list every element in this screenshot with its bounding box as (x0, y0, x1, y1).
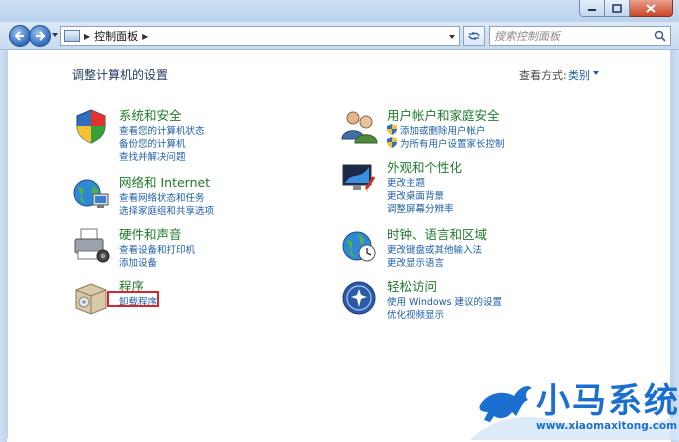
add-device-link[interactable]: 添加设备 (119, 255, 195, 269)
clock-language-title[interactable]: 时钟、语言和区域 (387, 224, 487, 243)
breadcrumb-arrow-icon[interactable]: ▶ (142, 32, 148, 41)
maximize-button[interactable] (605, 0, 630, 17)
appearance-title[interactable]: 外观和个性化 (387, 157, 462, 176)
page-title: 调整计算机的设置 (72, 68, 169, 82)
forward-button[interactable] (29, 25, 51, 47)
address-dropdown-icon[interactable] (449, 35, 455, 39)
view-by-label: 查看方式: (519, 69, 567, 82)
title-bar (0, 0, 679, 22)
refresh-button[interactable] (463, 26, 485, 46)
hardware-sound-title[interactable]: 硬件和声音 (119, 224, 182, 243)
close-button[interactable] (630, 0, 673, 17)
add-remove-accounts-label[interactable]: 添加或删除用户帐户 (400, 123, 486, 137)
ease-of-access-icon[interactable] (340, 278, 378, 316)
system-security-links: 查看您的计算机状态 备份您的计算机 查找并解决问题 (119, 123, 205, 163)
change-input-method-link[interactable]: 更改键盘或其他输入法 (387, 242, 482, 256)
network-internet-links: 查看网络状态和任务 选择家庭组和共享选项 (119, 190, 214, 217)
troubleshoot-link[interactable]: 查找并解决问题 (119, 149, 205, 163)
uac-shield-icon (387, 124, 397, 135)
ease-of-access-title[interactable]: 轻松访问 (387, 276, 437, 295)
clock-globe-icon[interactable] (340, 226, 378, 264)
uac-shield-icon (387, 137, 397, 148)
optimize-video-display-link[interactable]: 优化视频显示 (387, 307, 502, 321)
printer-icon[interactable] (72, 226, 110, 264)
arrow-left-icon (14, 31, 24, 41)
view-by-dropdown[interactable]: 类别 (568, 67, 590, 83)
shield-icon[interactable] (72, 107, 110, 145)
search-input[interactable]: 搜索控制面板 (494, 28, 560, 44)
add-remove-accounts-link[interactable]: 添加或删除用户帐户 (387, 123, 505, 137)
search-box[interactable]: 搜索控制面板 (489, 26, 671, 46)
change-display-language-link[interactable]: 更改显示语言 (387, 255, 482, 269)
arrow-right-icon (36, 31, 46, 41)
recent-pages-dropdown[interactable] (52, 33, 58, 37)
clock-language-links: 更改键盘或其他输入法 更改显示语言 (387, 242, 482, 269)
window-frame-left (0, 50, 7, 442)
navigation-bar: ▶ 控制面板 ▶ 搜索控制面板 (0, 22, 679, 50)
uninstall-highlight-box (107, 291, 159, 307)
parental-controls-label[interactable]: 为所有用户设置家长控制 (400, 136, 505, 150)
address-bar[interactable]: ▶ 控制面板 ▶ (60, 26, 460, 46)
minimize-button[interactable] (579, 0, 605, 17)
watermark-url: www.xiaomaxitong.com (536, 420, 678, 432)
parental-controls-link[interactable]: 为所有用户设置家长控制 (387, 136, 505, 150)
change-theme-link[interactable]: 更改主题 (387, 175, 454, 189)
backup-computer-link[interactable]: 备份您的计算机 (119, 136, 205, 150)
hardware-sound-links: 查看设备和打印机 添加设备 (119, 242, 195, 269)
users-icon[interactable] (340, 107, 378, 145)
change-background-link[interactable]: 更改桌面背景 (387, 188, 454, 202)
screen-resolution-link[interactable]: 调整屏幕分辨率 (387, 201, 454, 215)
ease-of-access-links: 使用 Windows 建议的设置 优化视频显示 (387, 294, 502, 321)
control-panel-icon (64, 30, 80, 42)
programs-box-icon[interactable] (72, 278, 110, 316)
watermark-title: 小马系统 (536, 381, 679, 421)
network-internet-title[interactable]: 网络和 Internet (119, 172, 210, 191)
caption-buttons (579, 0, 673, 17)
view-computer-status-link[interactable]: 查看您的计算机状态 (119, 123, 205, 137)
homegroup-sharing-link[interactable]: 选择家庭组和共享选项 (119, 203, 214, 217)
user-accounts-links: 添加或删除用户帐户 为所有用户设置家长控制 (387, 123, 505, 150)
user-accounts-title[interactable]: 用户帐户和家庭安全 (387, 105, 500, 124)
chevron-down-icon[interactable] (593, 71, 599, 75)
breadcrumb-arrow-icon[interactable]: ▶ (84, 32, 90, 41)
back-button[interactable] (9, 25, 31, 47)
appearance-monitor-icon[interactable] (340, 159, 378, 197)
devices-printers-link[interactable]: 查看设备和打印机 (119, 242, 195, 256)
close-icon (646, 3, 656, 13)
appearance-links: 更改主题 更改桌面背景 调整屏幕分辨率 (387, 175, 454, 215)
search-icon[interactable] (654, 30, 666, 42)
network-status-link[interactable]: 查看网络状态和任务 (119, 190, 214, 204)
breadcrumb-control-panel[interactable]: 控制面板 (94, 28, 138, 44)
maximize-icon (612, 3, 622, 13)
windows-recommended-settings-link[interactable]: 使用 Windows 建议的设置 (387, 294, 502, 308)
system-security-title[interactable]: 系统和安全 (119, 105, 182, 124)
minimize-icon (588, 9, 596, 11)
network-globe-icon[interactable] (72, 174, 110, 212)
refresh-icon (468, 32, 480, 40)
